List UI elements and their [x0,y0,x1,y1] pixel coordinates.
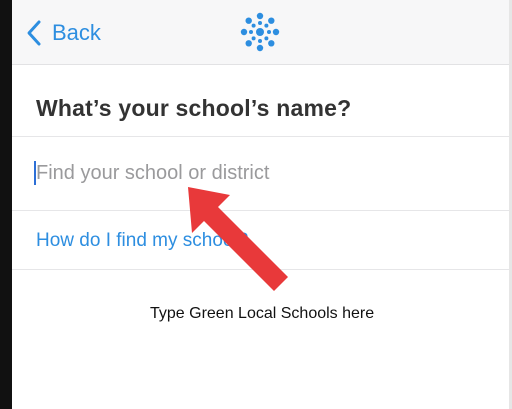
annotation-instruction: Type Green Local Schools here [150,305,375,322]
chevron-left-icon [27,20,41,46]
app-screen: Back What’s your school’s name? Find you… [0,0,512,409]
red-arrow-icon [188,187,288,291]
device-bezel-left [0,0,12,409]
back-button[interactable]: Back [24,18,101,48]
text-cursor [34,161,36,185]
navigation-bar: Back [12,0,509,65]
page-title: What’s your school’s name? [36,95,352,121]
back-button-label: Back [52,20,101,45]
canvas-logo-icon [240,12,280,52]
title-row: What’s your school’s name? [12,64,509,137]
